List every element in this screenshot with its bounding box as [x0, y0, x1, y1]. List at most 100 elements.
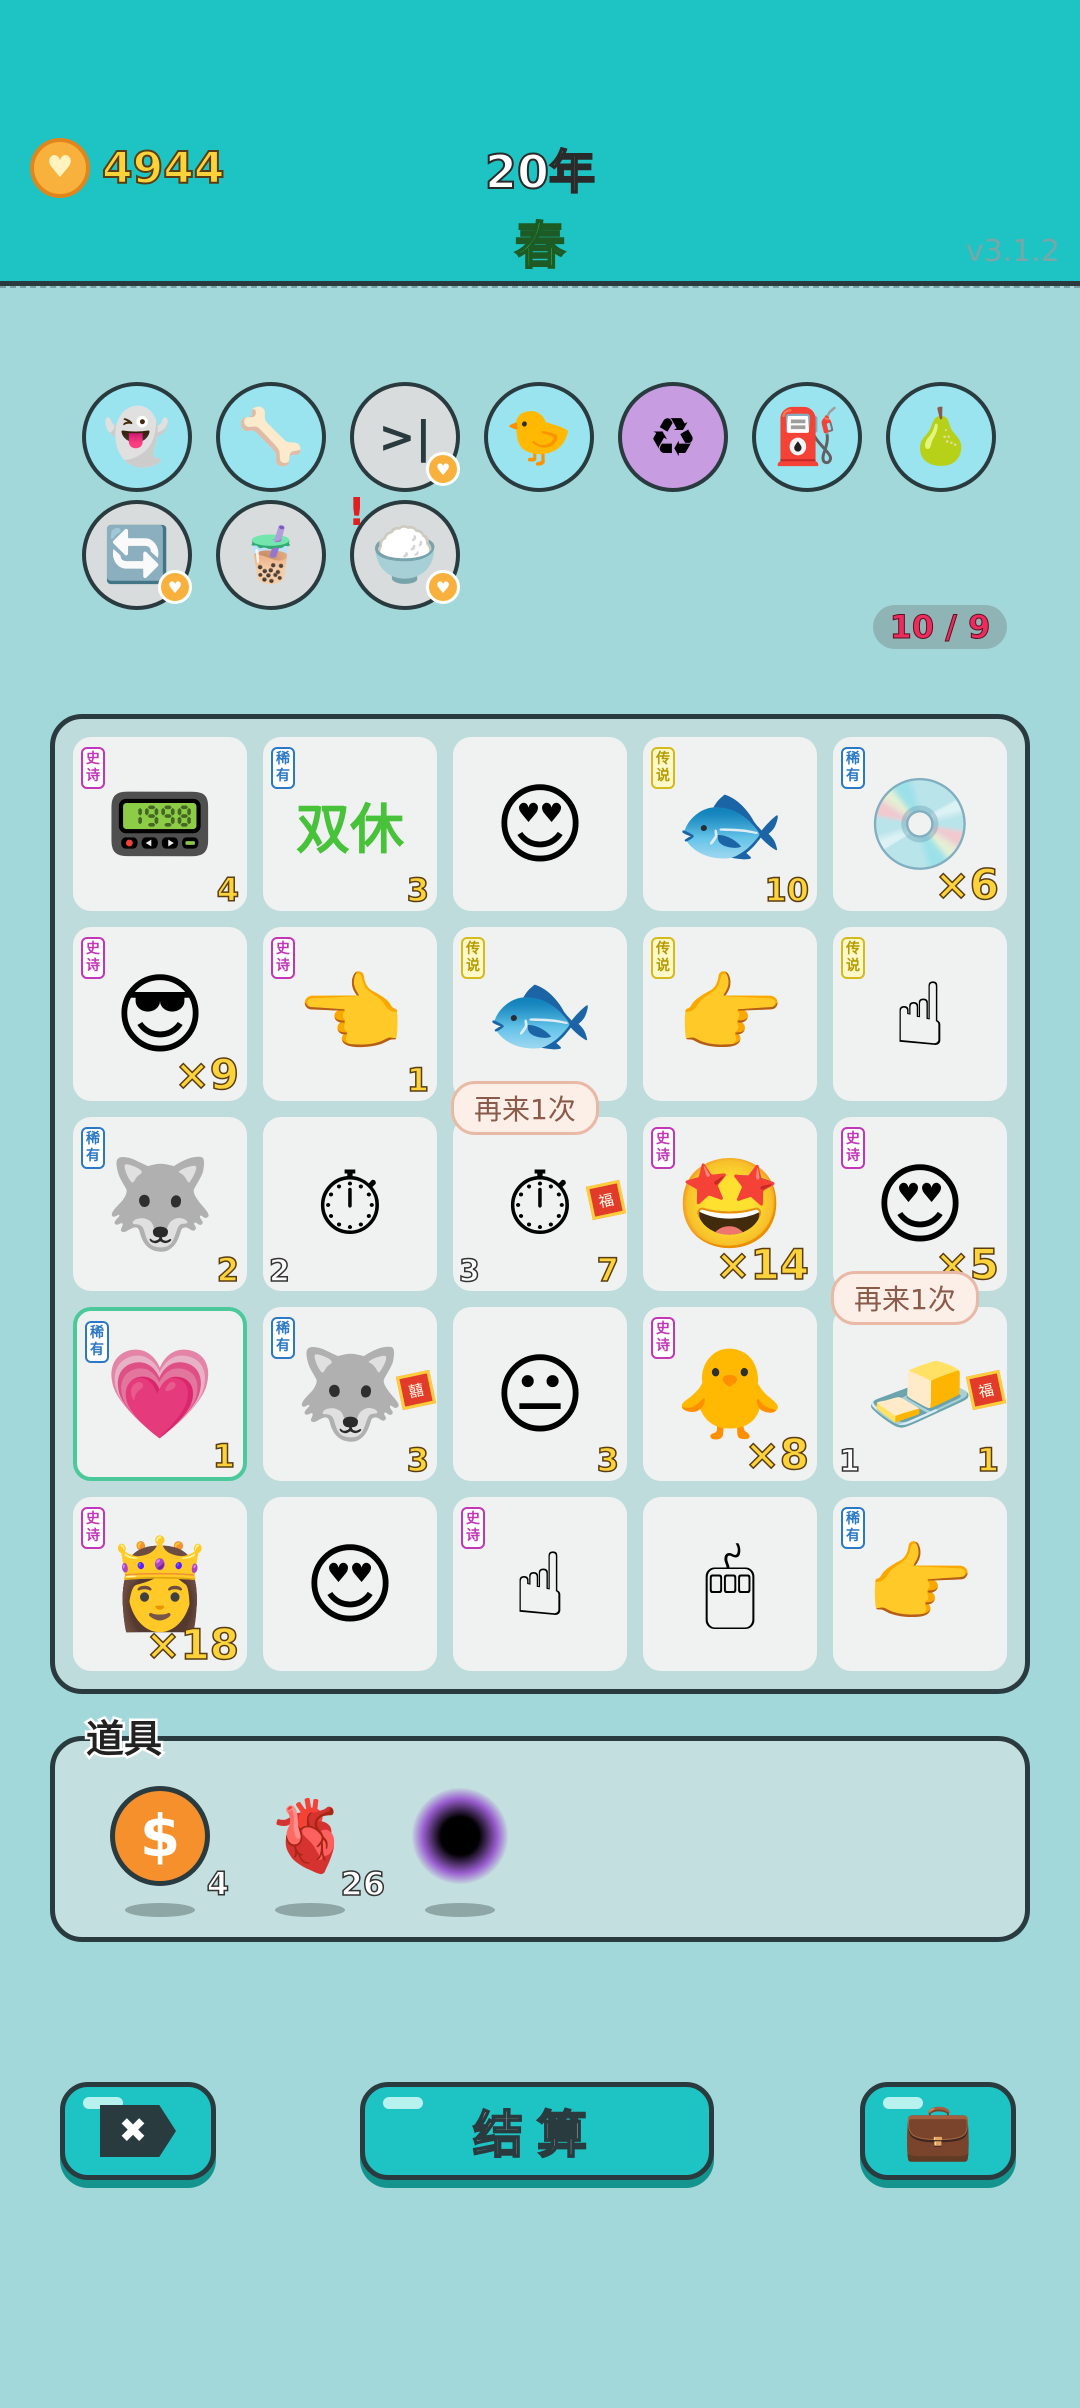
item-count: ×8	[744, 1429, 810, 1480]
close-icon: ✖	[100, 2105, 176, 2157]
rarity-tag: 史诗	[271, 937, 295, 979]
alert-mark: !	[348, 490, 366, 534]
prop-item[interactable]: ●	[405, 1781, 515, 1917]
prop-count: 26	[340, 1864, 386, 1904]
item-count: 1	[406, 1060, 430, 1100]
slot-grid: 📟 史诗 4 双休 稀有 3 😍 🐟 传说 10 💿 稀有 ×6 😎 史诗 ×9 👈 史诗 1 🐟 传说 👉 传说 ☝ 传说 🐺 稀…	[50, 714, 1030, 1694]
buff-slot[interactable]: 🧋	[216, 500, 326, 610]
rarity-tag: 史诗	[461, 1507, 485, 1549]
backpack-button[interactable]: 💼	[860, 2082, 1016, 2180]
pomelo-icon: 🍐	[907, 405, 975, 468]
grid-cell[interactable]: ⏱ 2	[263, 1117, 437, 1291]
buff-slot[interactable]: 👻	[82, 382, 192, 492]
item-count: ×6	[934, 859, 1000, 910]
grid-cell[interactable]: 👸 史诗 ×18	[73, 1497, 247, 1671]
grid-cell[interactable]: ⏱ 7 3 福再来1次	[451, 1081, 627, 1291]
rarity-tag: 传说	[461, 937, 485, 979]
rarity-tag: 稀有	[81, 1127, 105, 1169]
grid-cell[interactable]: 😍	[453, 737, 627, 911]
grid-cell[interactable]: 👉 稀有	[833, 1497, 1007, 1671]
grid-cell[interactable]: 🖱	[643, 1497, 817, 1671]
grid-cell[interactable]: ☝ 史诗	[453, 1497, 627, 1671]
rarity-tag: 稀有	[841, 1507, 865, 1549]
grid-cell[interactable]: 📟 史诗 4	[73, 737, 247, 911]
grid-cell[interactable]: 🐟 传说 10	[643, 737, 817, 911]
grid-cell[interactable]: 💿 稀有 ×6	[833, 737, 1007, 911]
season-label: 春	[514, 216, 566, 276]
rarity-tag: 史诗	[81, 747, 105, 789]
year-label: 20年	[484, 144, 596, 200]
rarity-tag: 传说	[841, 937, 865, 979]
item-count: 1	[976, 1440, 1000, 1480]
grid-cell[interactable]: 🐟 传说	[453, 927, 627, 1101]
buff-slot[interactable]: 🍚 ♥!	[348, 490, 460, 610]
grid-cell[interactable]: 😍	[263, 1497, 437, 1671]
rarity-tag: 史诗	[841, 1127, 865, 1169]
pump-icon: ⛽	[773, 405, 841, 468]
item-count: 3	[596, 1440, 620, 1480]
grid-cell[interactable]: 😍 史诗 ×5	[833, 1117, 1007, 1291]
rarity-tag: 史诗	[81, 1507, 105, 1549]
rarity-tag: 史诗	[651, 1317, 675, 1359]
item-count: 3	[406, 870, 430, 910]
close-button[interactable]: ✖	[60, 2082, 216, 2180]
rarity-tag: 稀有	[271, 1317, 295, 1359]
item-level: 1	[838, 1443, 860, 1480]
syringe-chick-icon: 🐤	[505, 405, 573, 468]
buff-slot[interactable]: 🍐	[886, 382, 996, 492]
props-panel: $4🫀26●	[50, 1736, 1030, 1942]
grid-cell[interactable]: ☝ 传说	[833, 927, 1007, 1101]
version-label: v3.1.2	[965, 234, 1060, 269]
lucky-tag-icon: 囍	[395, 1369, 437, 1411]
retry-tooltip[interactable]: 再来1次	[451, 1081, 599, 1135]
heart-badge-icon: ♥	[426, 452, 460, 486]
grid-cell[interactable]: 双休 稀有 3	[263, 737, 437, 911]
rarity-tag: 传说	[651, 747, 675, 789]
ghost-robot-icon: 👻	[103, 405, 171, 468]
buff-slot[interactable]: 🐤	[484, 382, 594, 492]
top-bar: ♥ 4944 20年 春 v3.1.2	[0, 0, 1080, 288]
buff-slot[interactable]: 🦴	[216, 382, 326, 492]
prop-item[interactable]: 🫀 26	[255, 1781, 386, 1917]
settle-button[interactable]: 结算	[360, 2082, 714, 2180]
item-level: 3	[458, 1253, 480, 1290]
buff-slot[interactable]: ♻	[618, 382, 728, 492]
item-count: ×14	[715, 1239, 810, 1290]
grid-cell[interactable]: 🐺 稀有 2	[73, 1117, 247, 1291]
pet-bowl-icon: 🦴	[237, 405, 305, 468]
retry-tooltip[interactable]: 再来1次	[831, 1271, 979, 1325]
grid-cell[interactable]: 🤩 史诗 ×14	[643, 1117, 817, 1291]
grid-cell[interactable]: 💗 稀有 1	[73, 1307, 247, 1481]
grid-cell[interactable]: 👈 史诗 1	[263, 927, 437, 1101]
dollar-coin-icon: $	[110, 1786, 210, 1886]
milk-tea-icon: 🧋	[237, 523, 305, 586]
settle-label: 结算	[472, 2105, 601, 2165]
prop-shadow	[125, 1903, 195, 1917]
rarity-tag: 史诗	[651, 1127, 675, 1169]
item-count: 1	[212, 1436, 236, 1476]
rarity-tag: 史诗	[81, 937, 105, 979]
capacity-counter: 10 / 9	[873, 605, 1007, 649]
grid-cell[interactable]: 🐺 稀有 3 囍	[263, 1307, 437, 1481]
heart-badge-icon: ♥	[426, 570, 460, 604]
item-count: 7	[596, 1250, 620, 1290]
heart-badge-icon: ♥	[158, 570, 192, 604]
prop-count: 4	[206, 1864, 230, 1904]
item-count: 3	[406, 1440, 430, 1480]
lucky-tag-icon: 福	[965, 1369, 1007, 1411]
buff-slot[interactable]: 🔄 ♥	[82, 500, 192, 610]
recycle-icon: ♻	[648, 405, 698, 469]
black-hole-icon: ●	[412, 1788, 508, 1884]
prop-item[interactable]: $4	[105, 1781, 230, 1917]
buff-slot[interactable]: >| ♥	[350, 382, 460, 492]
buff-slot[interactable]: ⛽	[752, 382, 862, 492]
grid-cell[interactable]: 👉 传说	[643, 927, 817, 1101]
rarity-tag: 稀有	[85, 1321, 109, 1363]
grid-cell[interactable]: 😎 史诗 ×9	[73, 927, 247, 1101]
prop-shadow	[425, 1903, 495, 1917]
grid-cell[interactable]: 😐 3	[453, 1307, 627, 1481]
old-man-heart-eyes-icon: 😍	[494, 772, 586, 876]
grid-cell[interactable]: 🐥 史诗 ×8	[643, 1307, 817, 1481]
item-count: ×18	[145, 1619, 240, 1670]
grid-cell[interactable]: 🧈 1 1 福再来1次	[831, 1271, 1007, 1481]
